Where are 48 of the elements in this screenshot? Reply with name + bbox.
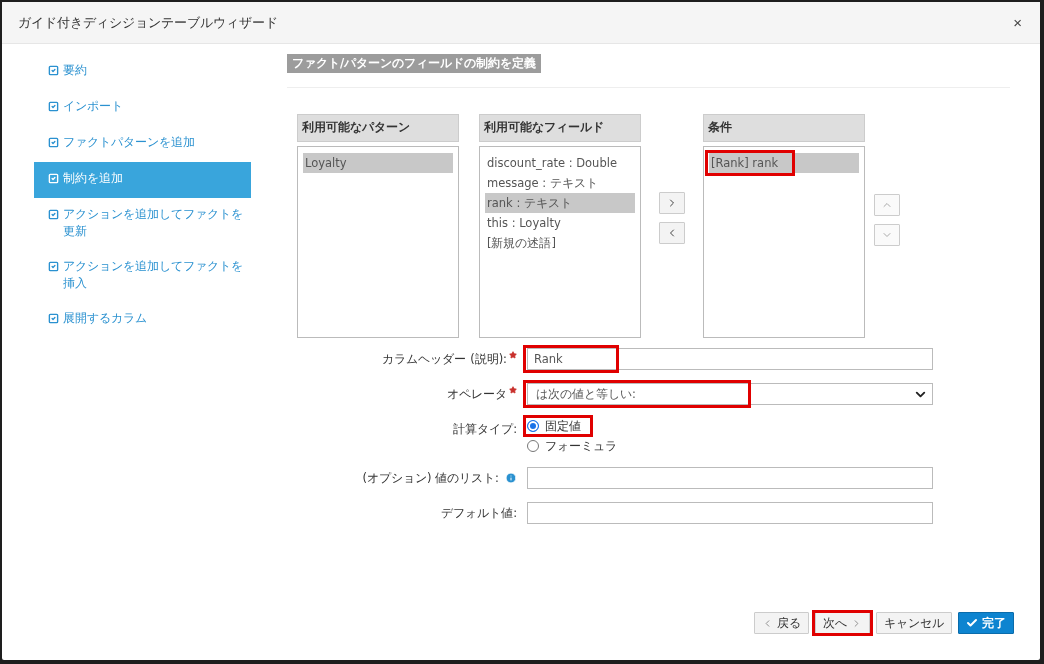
checkbox-icon (48, 261, 59, 272)
move-down-button[interactable] (874, 224, 900, 246)
list-item[interactable]: message : テキスト (485, 173, 635, 193)
move-left-button[interactable] (659, 222, 685, 244)
move-right-button[interactable] (659, 192, 685, 214)
check-icon (966, 617, 978, 629)
text-field[interactable] (527, 467, 933, 489)
checkbox-icon (48, 101, 59, 112)
list-item[interactable]: [新規の述語] (485, 233, 635, 253)
wizard-step[interactable]: ファクトパターンを追加 (34, 126, 251, 162)
wizard-step[interactable]: アクションを追加してファクトを挿入 (34, 250, 251, 302)
list-item[interactable]: this : Loyalty (485, 213, 635, 233)
back-button[interactable]: 戻る (754, 612, 809, 634)
operator-select[interactable]: は次の値と等しい: (527, 383, 933, 405)
text-field[interactable]: Rank (527, 348, 933, 370)
list-item[interactable]: rank : テキスト (485, 193, 635, 213)
wizard-step[interactable]: インポート (34, 90, 251, 126)
radio-button[interactable] (527, 420, 539, 432)
text-field[interactable] (527, 502, 933, 524)
field-label: デフォルト値: (441, 505, 517, 521)
list-header: 条件 (703, 114, 865, 142)
list-header: 利用可能なパターン (297, 114, 459, 142)
cancel-button[interactable]: キャンセル (876, 612, 952, 634)
checkbox-icon (48, 313, 59, 324)
finish-button[interactable]: 完了 (958, 612, 1014, 634)
list-item[interactable]: discount_rate : Double (485, 153, 635, 173)
wizard-step[interactable]: アクションを追加してファクトを更新 (34, 198, 251, 250)
section-title: ファクト/パターンのフィールドの制約を定義 (287, 54, 542, 73)
dialog-title: ガイド付きディシジョンテーブルウィザード (18, 13, 278, 32)
field-label: 計算タイプ: (453, 421, 517, 437)
checkbox-icon (48, 65, 59, 76)
wizard-step[interactable]: 要約 (34, 54, 251, 90)
field-label: オペレータ (447, 386, 507, 402)
checkbox-icon (48, 209, 59, 220)
radio-option[interactable]: 固定値 (523, 415, 593, 437)
wizard-step[interactable]: 展開するカラム (34, 302, 251, 338)
checkbox-icon (48, 137, 59, 148)
radio-button[interactable] (527, 440, 539, 452)
move-up-button[interactable] (874, 194, 900, 216)
list-item[interactable]: Loyalty (303, 153, 453, 173)
radio-option[interactable]: フォーミュラ (523, 435, 629, 457)
info-icon[interactable] (505, 472, 517, 484)
field-label: カラムヘッダー (説明): (382, 351, 507, 367)
next-button[interactable]: 次へ (815, 612, 870, 634)
list-header: 利用可能なフィールド (479, 114, 641, 142)
field-label: (オプション) 値のリスト: (362, 470, 499, 486)
checkbox-icon (48, 173, 59, 184)
close-button[interactable]: × (1009, 14, 1026, 31)
